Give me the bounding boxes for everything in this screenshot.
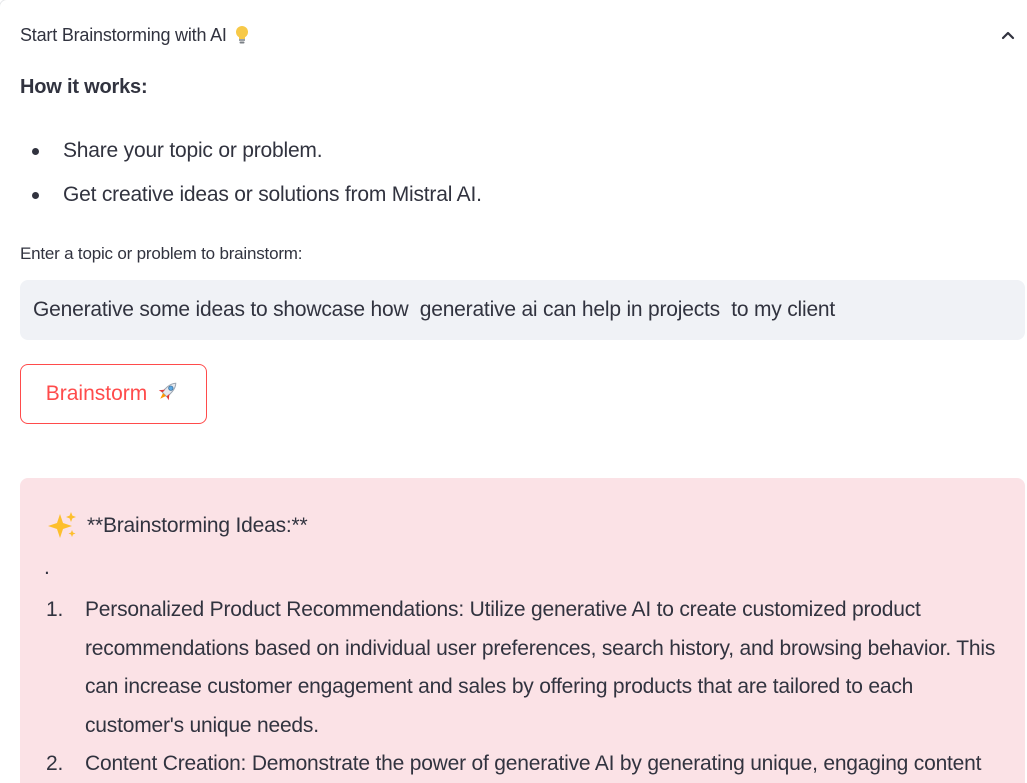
- list-item: 2. Content Creation: Demonstrate the pow…: [46, 745, 1006, 783]
- lightbulb-icon: [235, 25, 249, 45]
- list-item: 1. Personalized Product Recommendations:…: [46, 591, 1006, 745]
- idea-text: Content Creation: Demonstrate the power …: [85, 752, 982, 775]
- result-panel: **Brainstorming Ideas:** . 1. Personaliz…: [20, 478, 1025, 783]
- topic-input[interactable]: [20, 280, 1025, 340]
- sparkles-icon: [48, 512, 76, 538]
- expander-header[interactable]: Start Brainstorming with AI: [20, 22, 1025, 48]
- chevron-up-icon[interactable]: [999, 26, 1017, 44]
- expander-title: Start Brainstorming with AI: [20, 24, 227, 45]
- brainstorm-button[interactable]: Brainstorm: [20, 364, 207, 424]
- topic-input-label: Enter a topic or problem to brainstorm:: [20, 244, 303, 263]
- idea-text: Personalized Product Recommendations: Ut…: [85, 598, 996, 737]
- list-item: Share your topic or problem.: [20, 136, 482, 180]
- result-heading: **Brainstorming Ideas:**: [46, 510, 308, 542]
- idea-number: 1.: [46, 598, 64, 621]
- rocket-icon: [155, 378, 181, 410]
- step-text: Get creative ideas or solutions from Mis…: [63, 183, 482, 206]
- result-separator: .: [44, 556, 50, 579]
- steps-list: Share your topic or problem. Get creativ…: [20, 136, 482, 224]
- idea-number: 2.: [46, 752, 64, 775]
- list-item: Get creative ideas or solutions from Mis…: [20, 180, 482, 224]
- result-heading-text: **Brainstorming Ideas:**: [87, 514, 308, 537]
- ideas-list: 1. Personalized Product Recommendations:…: [46, 591, 1006, 783]
- bullet: [32, 148, 39, 155]
- brainstorm-button-label: Brainstorm: [45, 382, 148, 405]
- step-text: Share your topic or problem.: [63, 139, 323, 162]
- bullet: [32, 192, 39, 199]
- how-it-works-heading: How it works:: [20, 76, 148, 98]
